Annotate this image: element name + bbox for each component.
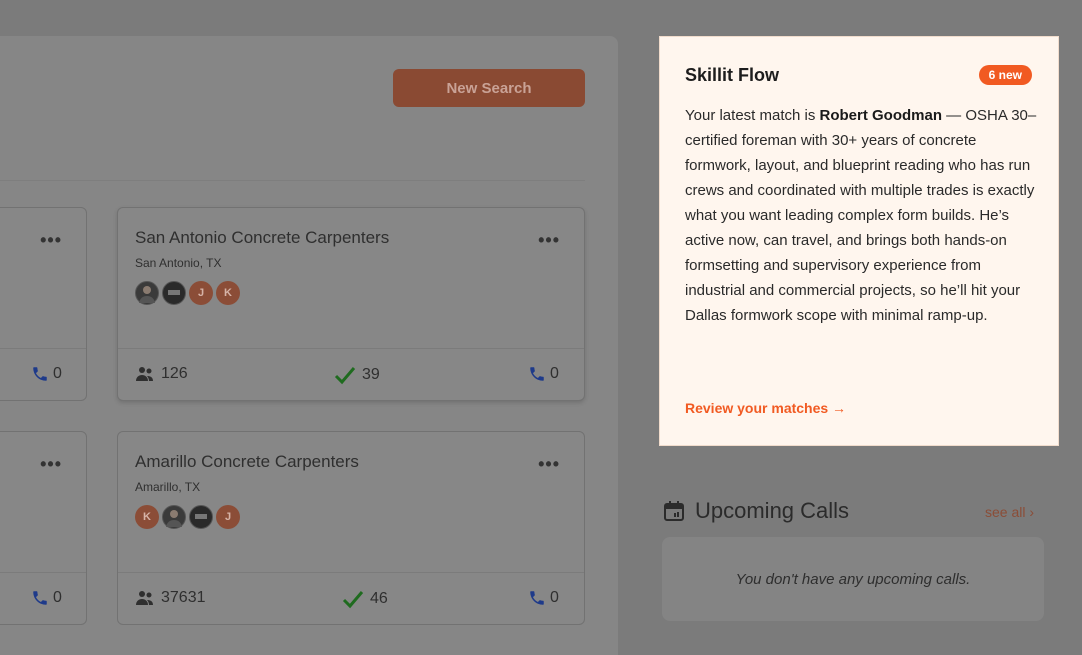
accepted-stat: 46 (342, 589, 388, 609)
new-search-button[interactable]: New Search (393, 69, 585, 107)
users-icon (136, 591, 153, 605)
divider (0, 180, 585, 181)
accepted-count: 46 (370, 590, 388, 607)
flow-intro: Your latest match is (685, 107, 820, 124)
calls-count: 0 (53, 589, 62, 606)
phone-icon (33, 591, 47, 605)
member-avatars: K J (135, 505, 240, 529)
review-matches-link[interactable]: Review your matches → (685, 400, 846, 416)
card-divider (118, 572, 584, 573)
card-divider (0, 348, 86, 349)
accepted-count: 39 (362, 366, 380, 383)
member-avatars: J K (135, 281, 240, 305)
upcoming-calls-header: Upcoming Calls (663, 498, 849, 524)
calls-stat: 0 (528, 589, 559, 607)
flow-message: Your latest match is Robert Goodman — OS… (685, 103, 1040, 328)
avatar: J (216, 505, 240, 529)
card-divider (0, 572, 86, 573)
group-card-san-antonio[interactable]: San Antonio Concrete Carpenters San Anto… (117, 207, 585, 401)
members-count: 37631 (161, 589, 206, 606)
calls-stat: 0 (31, 589, 62, 607)
calls-count: 0 (550, 589, 559, 606)
calendar-icon (664, 501, 684, 521)
more-options-icon[interactable]: ••• (538, 230, 560, 251)
flow-details: — OSHA 30–certified foreman with 30+ yea… (685, 107, 1037, 324)
check-icon (334, 367, 356, 385)
more-options-icon[interactable]: ••• (538, 454, 560, 475)
avatar (162, 505, 186, 529)
avatar: K (135, 505, 159, 529)
avatar (135, 281, 159, 305)
phone-icon (530, 367, 544, 381)
upcoming-calls-title: Upcoming Calls (695, 498, 850, 523)
upcoming-calls-empty: You don't have any upcoming calls. (662, 537, 1044, 621)
members-stat: 126 (135, 365, 188, 383)
check-icon (342, 591, 364, 609)
accepted-stat: 39 (334, 365, 380, 385)
calls-stat: 0 (31, 365, 62, 383)
users-icon (136, 367, 153, 381)
more-options-icon[interactable]: ••• (40, 230, 62, 251)
calls-count: 0 (550, 365, 559, 382)
calls-count: 0 (53, 365, 62, 382)
avatar (162, 281, 186, 305)
phone-icon (530, 591, 544, 605)
group-card[interactable]: ••• 0 (0, 207, 87, 401)
group-card[interactable]: ••• 0 (0, 431, 87, 625)
empty-message: You don't have any upcoming calls. (735, 570, 971, 588)
avatar (189, 505, 213, 529)
members-stat: 37631 (135, 589, 206, 607)
members-count: 126 (161, 365, 188, 382)
calls-stat: 0 (528, 365, 559, 383)
new-matches-badge: 6 new (978, 65, 1032, 85)
more-options-icon[interactable]: ••• (40, 454, 62, 475)
card-divider (118, 348, 584, 349)
group-card-amarillo[interactable]: Amarillo Concrete Carpenters Amarillo, T… (117, 431, 585, 625)
phone-icon (33, 367, 47, 381)
avatar: K (216, 281, 240, 305)
group-title[interactable]: Amarillo Concrete Carpenters (135, 452, 359, 472)
group-title[interactable]: San Antonio Concrete Carpenters (135, 228, 389, 248)
skillit-flow-card: Skillit Flow 6 new Your latest match is … (659, 36, 1059, 446)
see-all-link[interactable]: see all › (985, 504, 1034, 520)
avatar: J (189, 281, 213, 305)
group-location: San Antonio, TX (135, 256, 222, 270)
match-name: Robert Goodman (819, 107, 943, 124)
flow-title: Skillit Flow (685, 65, 780, 85)
group-location: Amarillo, TX (135, 480, 201, 494)
